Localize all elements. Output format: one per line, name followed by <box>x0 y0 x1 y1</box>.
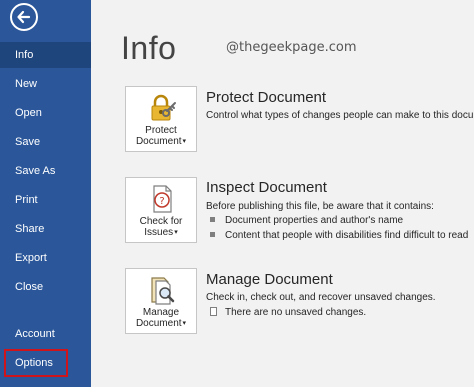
manage-note-text: There are no unsaved changes. <box>225 307 367 318</box>
manage-button-label-2: Document <box>135 318 182 329</box>
dropdown-caret-icon: ▾ <box>182 138 187 145</box>
inspect-bullet-text-1: Document properties and author's name <box>225 215 404 226</box>
page-title: Info <box>121 30 177 66</box>
manage-note-row: There are no unsaved changes. <box>210 307 366 318</box>
watermark-text: @thegeekpage.com <box>226 40 357 55</box>
inspect-document-desc: Before publishing this file, be aware th… <box>206 201 434 212</box>
check-button-label-2: Issues <box>144 227 174 238</box>
manage-document-title: Manage Document <box>206 271 333 288</box>
inspect-document-title: Inspect Document <box>206 179 327 196</box>
back-button[interactable] <box>10 3 38 31</box>
back-arrow-icon <box>17 10 31 24</box>
protect-button-label-2: Document <box>135 136 182 147</box>
nav-info[interactable]: Info <box>0 42 91 68</box>
protect-document-title: Protect Document <box>206 89 327 106</box>
bullet-icon <box>210 232 215 237</box>
protect-button-label-1: Protect <box>145 125 177 136</box>
nav-print[interactable]: Print <box>0 187 91 213</box>
svg-text:?: ? <box>159 196 164 207</box>
inspect-bullet-1: Document properties and author's name <box>210 215 403 226</box>
nav-new[interactable]: New <box>0 71 91 97</box>
manage-document-button[interactable]: Manage Document▾ <box>125 268 197 334</box>
inspect-bullet-text-2: Content that people with disabilities fi… <box>225 230 469 241</box>
nav-save[interactable]: Save <box>0 129 91 155</box>
protect-document-desc: Control what types of changes people can… <box>206 110 474 121</box>
nav-close[interactable]: Close <box>0 274 91 300</box>
nav-export[interactable]: Export <box>0 245 91 271</box>
nav-share[interactable]: Share <box>0 216 91 242</box>
bullet-icon <box>210 217 215 222</box>
dropdown-caret-icon: ▾ <box>174 229 178 236</box>
manage-button-label-1: Manage <box>142 307 180 318</box>
check-for-issues-button[interactable]: ? Check for Issues▾ <box>125 177 197 243</box>
check-button-label-1: Check for <box>139 216 183 227</box>
document-icon <box>210 307 217 316</box>
nav-save-as[interactable]: Save As <box>0 158 91 184</box>
inspect-bullet-2: Content that people with disabilities fi… <box>210 230 468 241</box>
document-check-icon: ? <box>153 185 172 213</box>
backstage-sidebar: Info New Open Save Save As Print Share E… <box>0 0 91 387</box>
document-search-icon <box>151 277 175 305</box>
nav-account[interactable]: Account <box>0 321 91 347</box>
nav-open[interactable]: Open <box>0 100 91 126</box>
lock-key-icon <box>151 94 176 121</box>
dropdown-caret-icon: ▾ <box>182 320 187 327</box>
nav-options[interactable]: Options <box>4 349 68 377</box>
protect-document-button[interactable]: Protect Document▾ <box>125 86 197 152</box>
manage-document-desc: Check in, check out, and recover unsaved… <box>206 292 436 303</box>
